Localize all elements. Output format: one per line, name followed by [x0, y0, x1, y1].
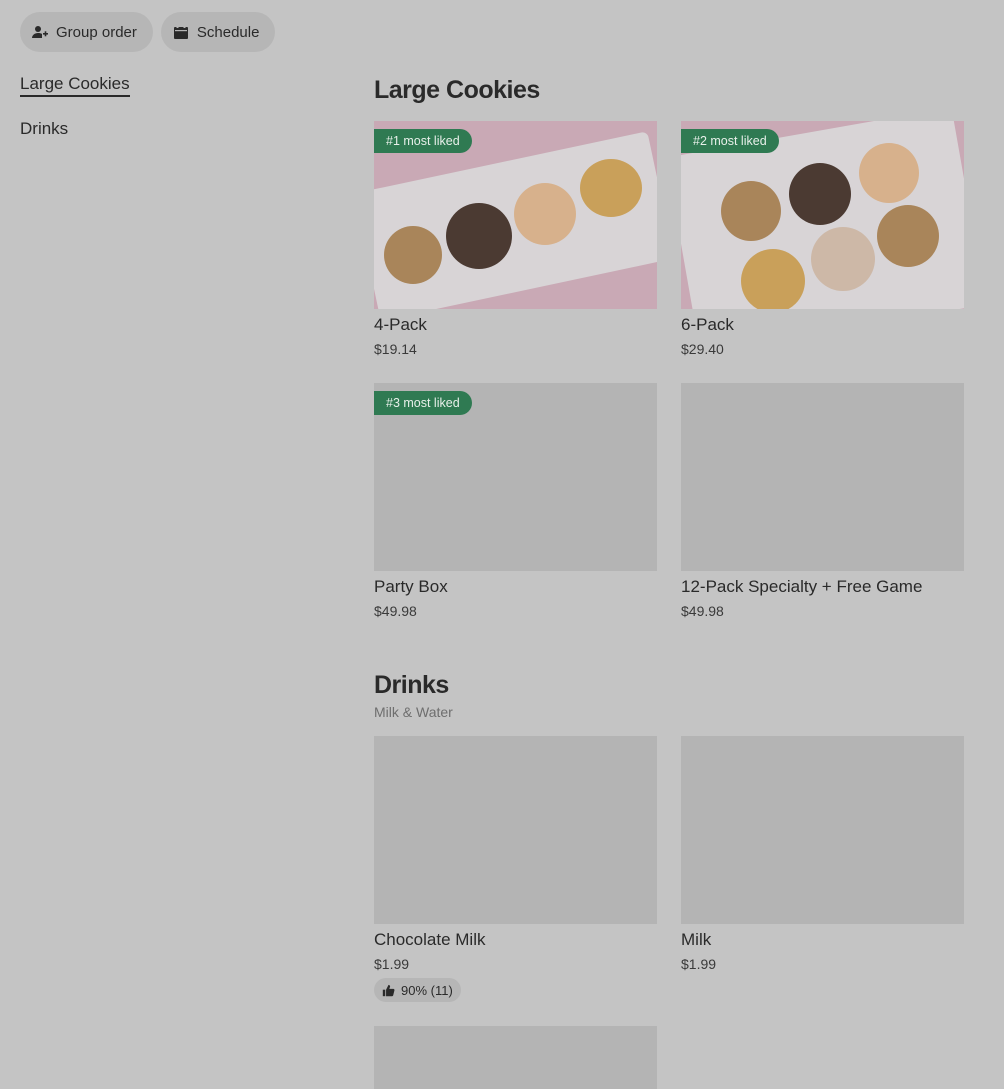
item-image: #2 most liked [681, 121, 964, 309]
menu-item-card[interactable] [374, 1026, 657, 1089]
section-title-drinks: Drinks [374, 671, 449, 699]
person-add-icon [32, 26, 48, 38]
menu-item-card[interactable]: Milk $1.99 [681, 736, 964, 1002]
large-cookies-grid: #1 most liked 4-Pack $19.14 #2 most like… [374, 121, 964, 357]
item-image: #1 most liked [374, 121, 657, 309]
item-price: $49.98 [681, 603, 724, 619]
group-order-button[interactable]: Group order [20, 12, 153, 52]
item-name: 4-Pack [374, 315, 427, 334]
item-image-placeholder [681, 383, 964, 571]
item-name: 6-Pack [681, 315, 734, 334]
most-liked-badge: #3 most liked [374, 391, 472, 415]
schedule-button[interactable]: Schedule [160, 12, 276, 52]
drinks-grid: Chocolate Milk $1.99 90% (11) Milk $1.99 [374, 736, 964, 1002]
item-name: Milk [681, 930, 712, 949]
rating-badge: 90% (11) [374, 978, 461, 1002]
menu-item-card[interactable]: #3 most liked Party Box $49.98 [374, 383, 657, 619]
menu-item-card[interactable]: #1 most liked 4-Pack $19.14 [374, 121, 657, 357]
item-name: Chocolate Milk [374, 930, 486, 949]
item-price: $19.14 [374, 341, 417, 357]
nav-item-large-cookies[interactable]: Large Cookies [20, 74, 130, 97]
nav-item-drinks[interactable]: Drinks [20, 119, 68, 139]
item-price: $1.99 [374, 956, 410, 972]
menu-item-card[interactable]: 12-Pack Specialty + Free Game $49.98 [681, 383, 964, 619]
item-price: $1.99 [681, 956, 717, 972]
item-image-placeholder: #3 most liked [374, 383, 657, 571]
large-cookies-grid-row-2: #3 most liked Party Box $49.98 12-Pack S… [374, 383, 964, 619]
section-title-large-cookies: Large Cookies [374, 76, 540, 104]
menu-item-card[interactable]: Chocolate Milk $1.99 90% (11) [374, 736, 657, 1002]
item-price: $29.40 [681, 341, 724, 357]
thumbs-up-icon [382, 984, 395, 996]
most-liked-badge: #1 most liked [374, 129, 472, 153]
section-subtitle: Milk & Water [374, 704, 453, 720]
category-nav: Large Cookies Drinks [20, 74, 320, 161]
menu-item-card[interactable]: #2 most liked 6-Pack $29.40 [681, 121, 964, 357]
item-price: $49.98 [374, 603, 417, 619]
menu-content: Large Cookies #1 most liked 4-Pack $19.1… [374, 76, 964, 1089]
item-name: Party Box [374, 577, 448, 596]
item-name: 12-Pack Specialty + Free Game [681, 577, 923, 596]
item-image-placeholder [374, 1026, 657, 1089]
item-image-placeholder [681, 736, 964, 924]
drinks-grid-row-2 [374, 1026, 964, 1089]
rating-text: 90% (11) [401, 982, 453, 998]
schedule-label: Schedule [196, 23, 260, 41]
most-liked-badge: #2 most liked [681, 129, 779, 153]
group-order-label: Group order [56, 23, 137, 41]
top-actions: Group order Schedule [20, 12, 276, 52]
item-image-placeholder [374, 736, 657, 924]
calendar-icon [173, 25, 188, 39]
